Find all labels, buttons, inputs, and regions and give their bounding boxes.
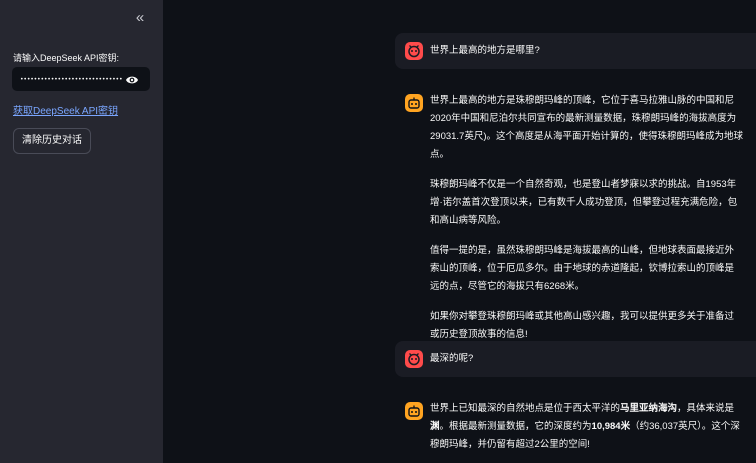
answer-line: 或历史登顶故事的信息! (430, 329, 528, 340)
answer-line: 世界上已知最深的自然地点是位于西太平洋的 (430, 403, 621, 414)
answer-line: 珠穆朗玛峰不仅是一个自然奇观，也是登山者梦寐以求的挑战。自1953年 (430, 179, 737, 190)
api-key-field (12, 67, 150, 91)
answer-paragraph: 世界上最高的地方是珠穆朗玛峰的顶峰，它位于喜马拉雅山脉的中国和尼 2020年中国… (430, 92, 756, 164)
answer-line: 穆朗玛峰，并仍留有超过2公里的空间! (430, 439, 590, 450)
answer-line: 值得一提的是，虽然珠穆朗玛峰是海拔最高的山峰，但地球表面最接近外 (430, 245, 735, 256)
answer-line: 。根据最新测量数据，它的深度约为 (439, 421, 592, 432)
api-key-input[interactable] (12, 67, 122, 91)
get-api-key-link[interactable]: 获取DeepSeek API密钥 (13, 102, 118, 117)
answer-line: 点。 (430, 149, 450, 160)
assistant-message-text: 世界上已知最深的自然地点是位于西太平洋的马里亚纳海沟，具体来说是 渊。根据最新测… (430, 400, 756, 454)
collapse-sidebar-icon[interactable]: « (133, 10, 147, 26)
answer-line: 如果你对攀登珠穆朗玛峰或其他高山感兴趣，我可以提供更多关于准备过 (430, 311, 735, 322)
answer-line: 世界上最高的地方是珠穆朗玛峰的顶峰，它位于喜马拉雅山脉的中国和尼 (430, 95, 735, 106)
user-message: 最深的呢? (395, 341, 756, 377)
user-avatar-icon (405, 350, 423, 368)
answer-bold-text: 马里亚纳海沟 (620, 403, 678, 414)
user-message: 世界上最高的地方是哪里? (395, 33, 756, 69)
assistant-avatar-icon (405, 94, 423, 112)
user-message-text: 最深的呢? (430, 353, 474, 364)
sidebar: « 请输入DeepSeek API密钥: 获取DeepSeek API密钥 清除… (0, 0, 163, 463)
api-key-label: 请输入DeepSeek API密钥: (13, 53, 120, 63)
assistant-avatar-icon (405, 402, 423, 420)
user-avatar-icon (405, 42, 423, 60)
user-message-text: 世界上最高的地方是哪里? (430, 45, 540, 56)
assistant-message-text: 世界上最高的地方是珠穆朗玛峰的顶峰，它位于喜马拉雅山脉的中国和尼 2020年中国… (430, 92, 756, 356)
answer-line: 增·诺尔盖首次登顶以来，已有数千人成功登顶，但攀登过程充满危险，包 (430, 197, 738, 208)
answer-line: 远的点，尽管它的海拔只有6268米。 (430, 281, 585, 292)
answer-paragraph: 珠穆朗玛峰不仅是一个自然奇观，也是登山者梦寐以求的挑战。自1953年 增·诺尔盖… (430, 176, 756, 230)
answer-paragraph: 值得一提的是，虽然珠穆朗玛峰是海拔最高的山峰，但地球表面最接近外 索山的顶峰，位… (430, 242, 756, 296)
eye-icon[interactable] (125, 73, 139, 85)
answer-line: 和高山病等风险。 (430, 215, 507, 226)
answer-line: ，具体来说是 (677, 403, 735, 414)
answer-line: 29031.7英尺)。这个高度是从海平面开始计算的，使得珠穆朗玛峰成为地球 (430, 131, 744, 142)
answer-paragraph: 如果你对攀登珠穆朗玛峰或其他高山感兴趣，我可以提供更多关于准备过 或历史登顶故事… (430, 308, 756, 344)
answer-line: 索山的顶峰，位于厄瓜多尔。由于地球的赤道隆起，钦博拉索山的顶峰是 (430, 263, 735, 274)
chat-area: 世界上最高的地方是哪里? 世界上最高的地方是珠穆朗玛峰的顶峰，它位于喜马拉雅山脉… (163, 0, 756, 463)
answer-bold-text: 10,984米 (591, 421, 631, 432)
answer-line: 2020年中国和尼泊尔共同宣布的最新测量数据，珠穆朗玛峰的海拔高度为 (430, 113, 737, 124)
answer-line: （约36,037英尺）。这个深 (630, 421, 740, 432)
answer-bold-text: 渊 (430, 421, 440, 432)
clear-history-button[interactable]: 清除历史对话 (13, 128, 91, 154)
